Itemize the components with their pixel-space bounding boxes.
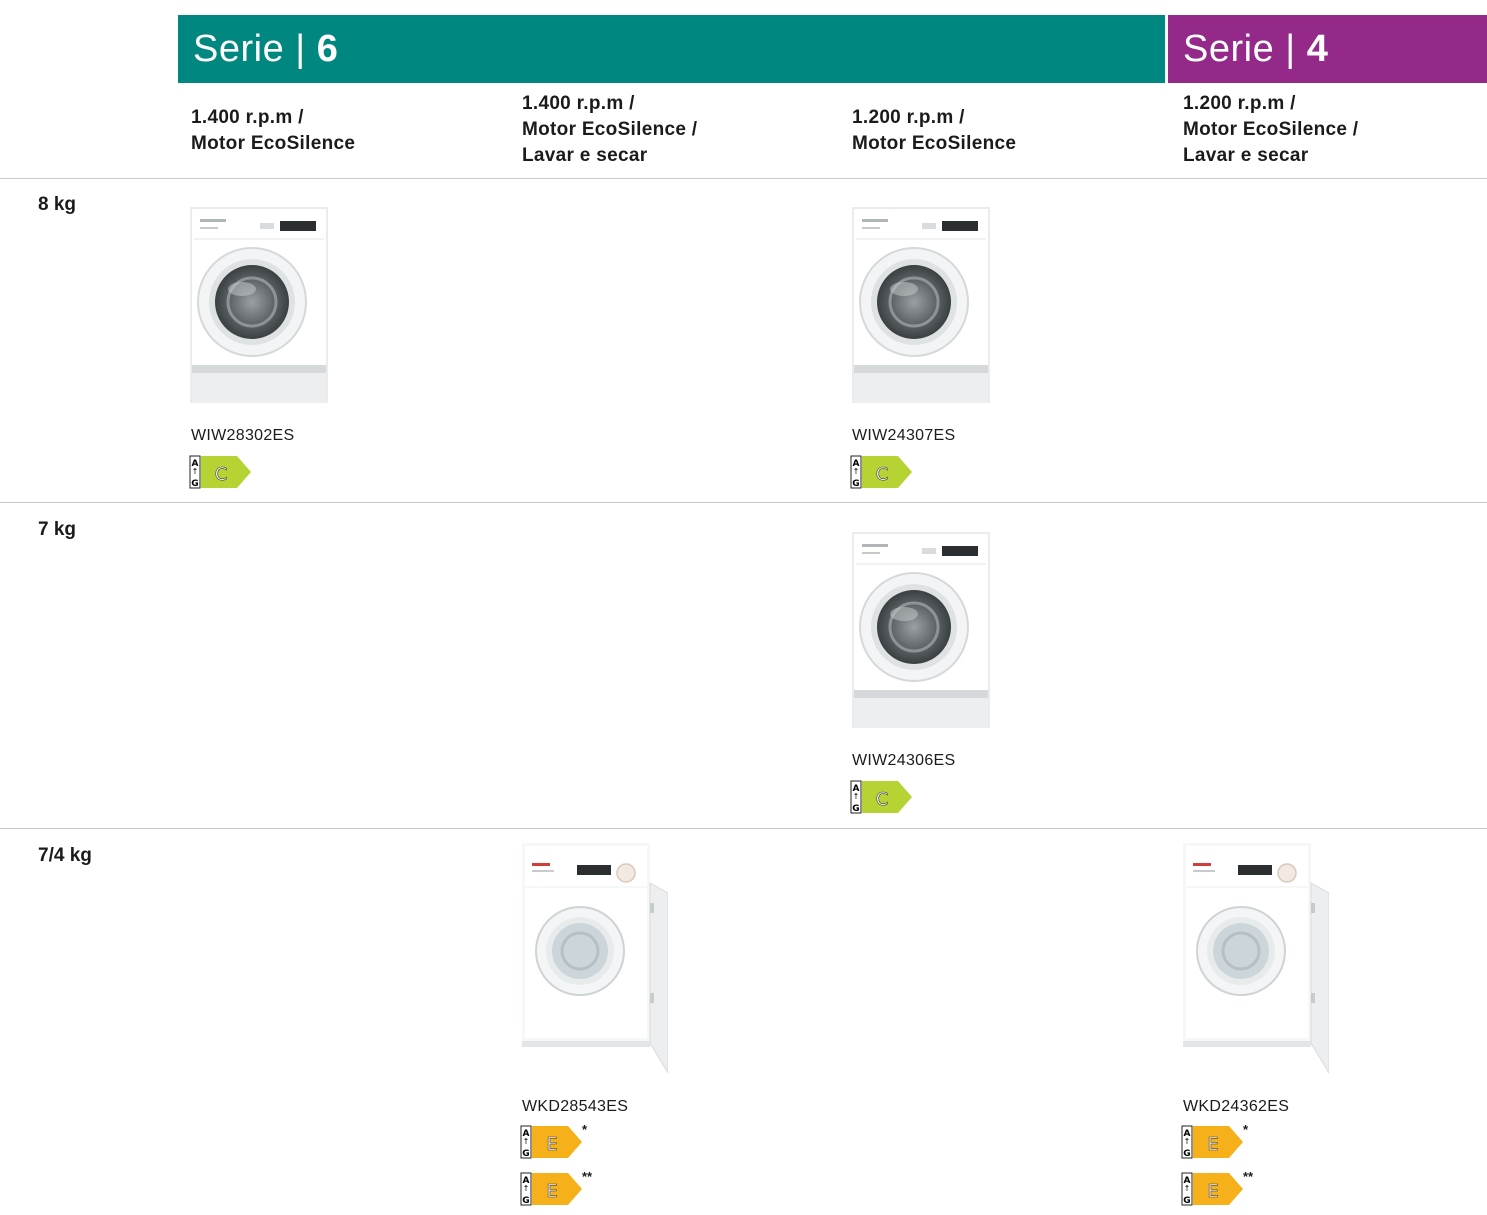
svg-text:G: G bbox=[1183, 1149, 1190, 1159]
footnote-mark: * bbox=[582, 1122, 588, 1137]
svg-text:↑: ↑ bbox=[523, 1137, 530, 1146]
model-number[interactable]: WKD24362ES bbox=[1183, 1098, 1289, 1116]
row-divider bbox=[0, 828, 1487, 829]
footnote-mark: ** bbox=[1243, 1169, 1254, 1184]
svg-text:E: E bbox=[546, 1181, 557, 1202]
footnote-mark: * bbox=[1243, 1122, 1249, 1137]
svg-text:G: G bbox=[522, 1149, 529, 1159]
series-4-banner: Serie | 4 bbox=[1168, 15, 1487, 83]
svg-text:↑: ↑ bbox=[523, 1184, 530, 1193]
svg-text:↑: ↑ bbox=[1184, 1184, 1191, 1193]
washer-dryer-image[interactable] bbox=[522, 843, 668, 1073]
series-6-banner: Serie | 6 bbox=[178, 15, 1165, 83]
svg-text:G: G bbox=[522, 1196, 529, 1206]
model-number[interactable]: WIW24306ES bbox=[852, 752, 955, 770]
svg-text:↑: ↑ bbox=[853, 792, 860, 801]
svg-text:E: E bbox=[546, 1134, 557, 1155]
washing-machine-image[interactable] bbox=[190, 207, 328, 403]
series-6-title: Serie | 6 bbox=[193, 28, 339, 70]
svg-text:G: G bbox=[1183, 1196, 1190, 1206]
svg-text:E: E bbox=[1207, 1134, 1218, 1155]
svg-text:C: C bbox=[876, 464, 889, 485]
svg-text:G: G bbox=[852, 479, 859, 489]
model-number[interactable]: WKD28543ES bbox=[522, 1098, 628, 1116]
energy-label-icon: A ↑ G C bbox=[850, 780, 912, 814]
row-label-7-4kg: 7/4 kg bbox=[38, 845, 92, 866]
washing-machine-image[interactable] bbox=[852, 207, 990, 403]
row-label-8kg: 8 kg bbox=[38, 194, 77, 215]
model-number[interactable]: WIW28302ES bbox=[191, 427, 294, 445]
series-4-title: Serie | 4 bbox=[1183, 28, 1329, 70]
energy-label-icon: A ↑ G E bbox=[520, 1125, 582, 1159]
washing-machine-image[interactable] bbox=[852, 532, 990, 728]
svg-text:G: G bbox=[191, 479, 198, 489]
svg-text:↑: ↑ bbox=[192, 467, 199, 476]
row-divider bbox=[0, 178, 1487, 179]
svg-text:C: C bbox=[215, 464, 228, 485]
row-label-7kg: 7 kg bbox=[38, 519, 77, 540]
energy-label-icon: A ↑ G C bbox=[189, 455, 251, 489]
column-heading-4: 1.200 r.p.m / Motor EcoSilence / Lavar e… bbox=[1183, 93, 1359, 166]
energy-label-icon: A ↑ G E bbox=[1181, 1125, 1243, 1159]
svg-text:G: G bbox=[852, 804, 859, 814]
row-divider bbox=[0, 502, 1487, 503]
svg-text:↑: ↑ bbox=[1184, 1137, 1191, 1146]
model-number[interactable]: WIW24307ES bbox=[852, 427, 955, 445]
energy-label-icon: A ↑ G C bbox=[850, 455, 912, 489]
svg-text:C: C bbox=[876, 789, 889, 810]
svg-text:↑: ↑ bbox=[853, 467, 860, 476]
column-heading-3: 1.200 r.p.m / Motor EcoSilence bbox=[852, 107, 1017, 154]
footnote-mark: ** bbox=[582, 1169, 593, 1184]
column-heading-2: 1.400 r.p.m / Motor EcoSilence / Lavar e… bbox=[522, 93, 698, 166]
svg-text:E: E bbox=[1207, 1181, 1218, 1202]
column-heading-1: 1.400 r.p.m / Motor EcoSilence bbox=[191, 107, 356, 154]
washer-dryer-image[interactable] bbox=[1183, 843, 1329, 1073]
